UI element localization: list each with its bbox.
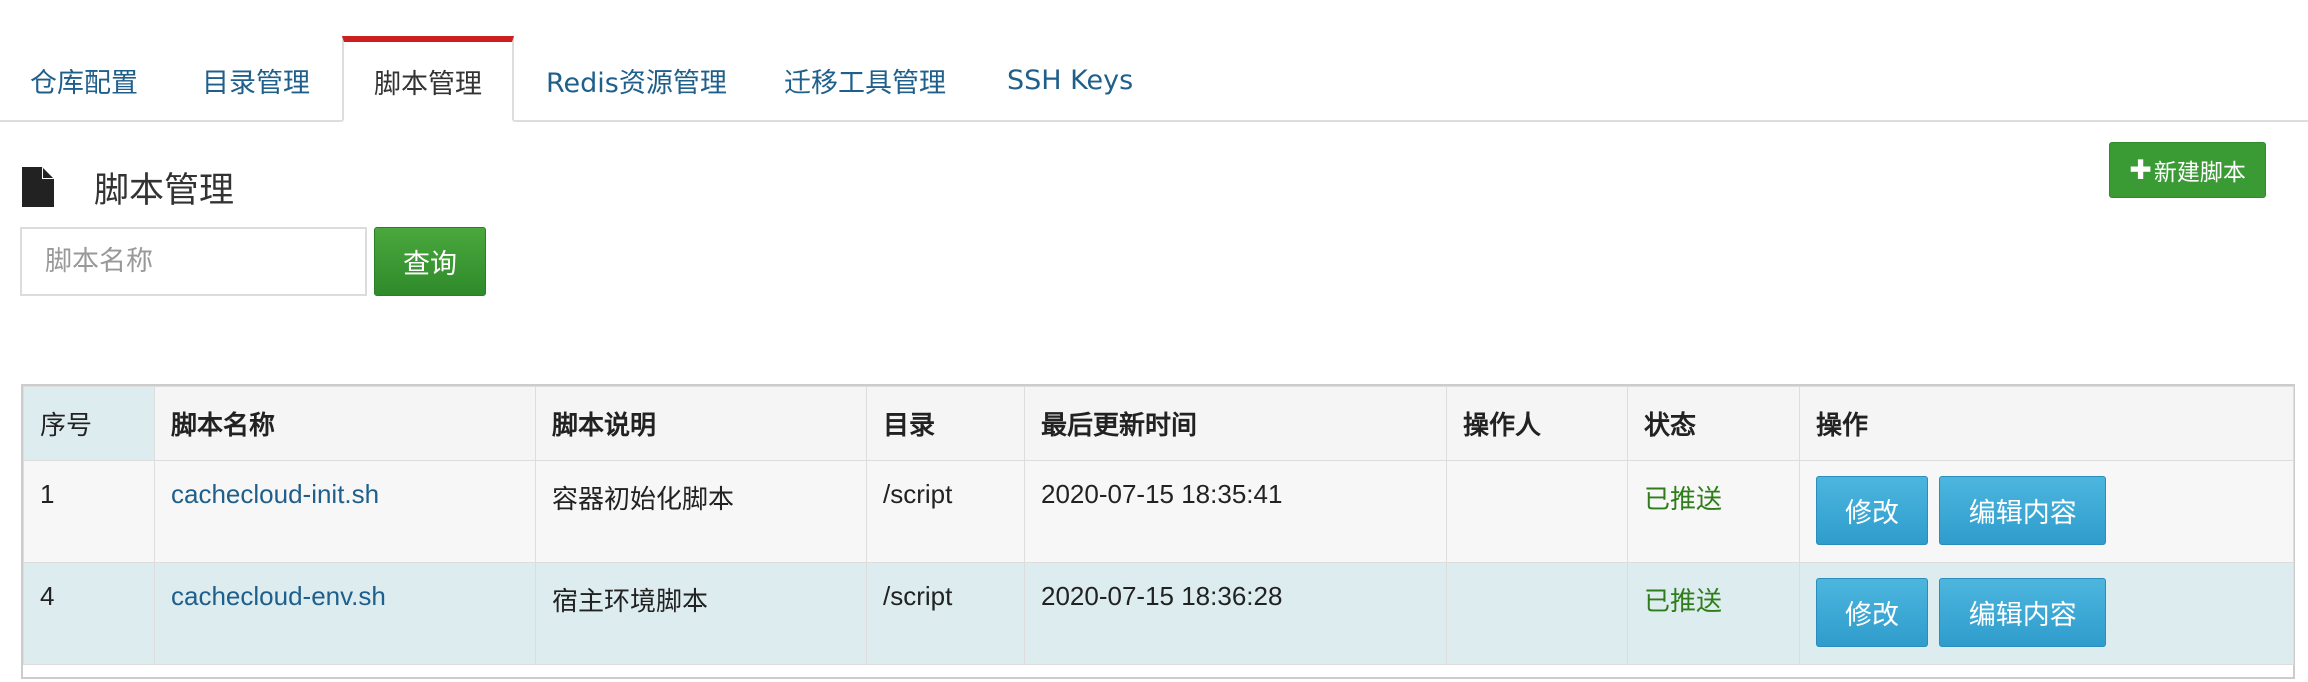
cell-actions: 修改 编辑内容 [1799,460,2294,563]
cell-seq: 1 [23,460,155,563]
cell-updated: 2020-07-15 18:36:28 [1024,562,1447,665]
plus-icon: ✚ [2129,154,2152,186]
column-header-directory: 目录 [866,386,1025,461]
cell-directory: /script [866,562,1025,665]
column-header-operator: 操作人 [1446,386,1628,461]
table-row: 4 cachecloud-env.sh 宿主环境脚本 /script 2020-… [23,562,2294,665]
page-title: 脚本管理 [94,170,235,211]
cell-status: 已推送 [1627,460,1800,563]
page-header: 脚本管理 [22,160,234,214]
cell-description: 容器初始化脚本 [535,460,867,563]
column-header-description: 脚本说明 [535,386,867,461]
edit-content-button[interactable]: 编辑内容 [1939,476,2107,545]
script-name-link[interactable]: cachecloud-env.sh [171,581,386,611]
column-header-name: 脚本名称 [154,386,536,461]
tab-redis-resources[interactable]: Redis资源管理 [516,38,757,122]
cell-operator [1446,562,1628,665]
cell-name: cachecloud-init.sh [154,460,536,563]
table-row: 1 cachecloud-init.sh 容器初始化脚本 /script 202… [23,460,2294,563]
cell-actions: 修改 编辑内容 [1799,562,2294,665]
edit-content-button[interactable]: 编辑内容 [1939,578,2107,647]
tab-script-management[interactable]: 脚本管理 [342,36,514,122]
cell-status: 已推送 [1627,562,1800,665]
column-header-seq: 序号 [23,386,155,461]
column-header-updated: 最后更新时间 [1024,386,1447,461]
cell-directory: /script [866,460,1025,563]
tab-migration-tools[interactable]: 迁移工具管理 [754,38,976,122]
cell-operator [1446,460,1628,563]
tab-ssh-keys[interactable]: SSH Keys [977,38,1163,122]
new-script-button[interactable]: ✚ 新建脚本 [2109,142,2266,198]
edit-button[interactable]: 修改 [1816,578,1928,647]
cell-name: cachecloud-env.sh [154,562,536,665]
tab-bar: 仓库配置 目录管理 脚本管理 Redis资源管理 迁移工具管理 SSH Keys [0,0,2308,122]
query-button[interactable]: 查询 [374,227,486,296]
new-script-label: 新建脚本 [2153,160,2246,186]
cell-seq: 4 [23,562,155,665]
tab-directory-management[interactable]: 目录管理 [172,38,340,122]
table-header-row: 序号 脚本名称 脚本说明 目录 最后更新时间 操作人 状态 操作 [23,386,2294,461]
column-header-status: 状态 [1627,386,1800,461]
cell-description: 宿主环境脚本 [535,562,867,665]
cell-updated: 2020-07-15 18:35:41 [1024,460,1447,563]
script-name-link[interactable]: cachecloud-init.sh [171,479,379,509]
column-header-actions: 操作 [1799,386,2294,461]
edit-button[interactable]: 修改 [1816,476,1928,545]
script-name-search-input[interactable] [20,227,367,296]
tab-repository-config[interactable]: 仓库配置 [0,38,168,122]
script-table: 序号 脚本名称 脚本说明 目录 最后更新时间 操作人 状态 操作 1 cache… [21,384,2295,679]
file-icon [22,167,54,207]
